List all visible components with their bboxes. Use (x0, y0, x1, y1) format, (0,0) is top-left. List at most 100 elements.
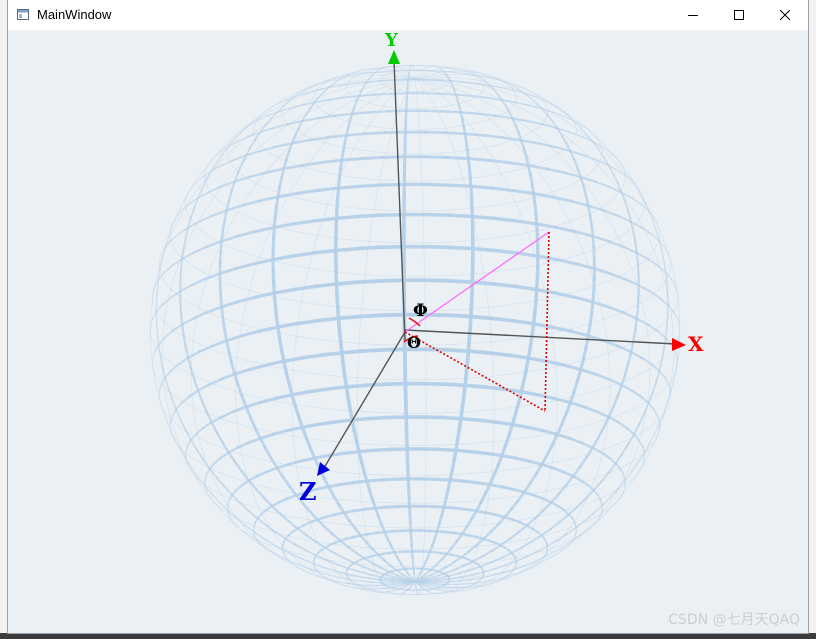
sphere-grid-line (161, 297, 172, 306)
minimize-button[interactable] (670, 0, 716, 30)
sphere-grid-line (482, 568, 496, 573)
sphere-grid-line (151, 311, 157, 320)
sphere-grid-line (533, 299, 538, 315)
maximize-button[interactable] (716, 0, 762, 30)
sphere-grid-line (324, 546, 336, 555)
sphere-grid-line (493, 406, 517, 410)
sphere-grid-line (477, 93, 481, 96)
sphere-grid-line (418, 81, 423, 87)
sphere-grid-line (672, 358, 674, 371)
sphere-grid-line (220, 305, 225, 320)
sphere-grid-line (358, 343, 360, 356)
sphere-grid-line (591, 446, 603, 454)
sphere-grid-line (475, 76, 479, 80)
sphere-grid-line (287, 104, 302, 110)
sphere-grid-line (431, 83, 441, 89)
sphere-grid-line (481, 91, 494, 96)
y-axis-arrow (388, 50, 400, 64)
sphere-grid-line (331, 127, 340, 136)
sphere-grid-line (507, 353, 531, 360)
sphere-grid-line (379, 179, 395, 181)
sphere-grid-line (661, 271, 666, 283)
sphere-grid-line (396, 71, 403, 74)
sphere-grid-line (296, 527, 308, 537)
opengl-viewport[interactable]: Y X Z Φ Θ CSDN @七月天QAQ (8, 30, 808, 633)
sphere-grid-line (360, 348, 386, 353)
sphere-grid-line (292, 370, 294, 383)
sphere-grid-line (500, 485, 515, 491)
sphere-grid-line (368, 547, 372, 555)
sphere-grid-line (424, 527, 445, 529)
sphere-grid-line (171, 398, 177, 411)
sphere-grid-line (399, 101, 403, 109)
sphere-grid-line (515, 198, 530, 203)
sphere-grid-line (585, 446, 594, 459)
sphere-grid-line (373, 505, 389, 510)
sphere-grid-line (486, 499, 489, 509)
sphere-grid-line (240, 329, 262, 338)
sphere-grid-line (650, 419, 660, 427)
sphere-grid-line (442, 505, 457, 510)
sphere-grid-line (594, 285, 599, 298)
sphere-grid-line (238, 433, 241, 445)
sphere-grid-line (275, 466, 285, 479)
sphere-grid-line (622, 311, 639, 320)
sphere-grid-line (338, 103, 349, 110)
sphere-grid-line (444, 274, 465, 277)
sphere-grid-line (483, 516, 486, 526)
sphere-scene[interactable]: Y X Z Φ Θ (8, 30, 808, 633)
sphere-grid-line (559, 513, 570, 523)
sphere-grid-line (566, 121, 577, 129)
sphere-grid-line (420, 72, 427, 76)
sphere-grid-line (435, 106, 442, 108)
sphere-grid-line (624, 374, 639, 382)
sphere-grid-line (315, 485, 331, 491)
sphere-grid-line (255, 488, 266, 500)
sphere-grid-line (671, 314, 673, 327)
sphere-grid-line (276, 321, 299, 329)
sphere-grid-line (171, 393, 182, 402)
sphere-grid-line (592, 489, 599, 497)
sphere-grid-line (210, 339, 228, 348)
sphere-grid-line (190, 439, 198, 451)
sphere-grid-line (608, 456, 617, 465)
sphere-grid-line (236, 230, 257, 238)
sphere-grid-line (584, 512, 595, 522)
sphere-grid-line (214, 150, 222, 158)
sphere-grid-line (259, 145, 277, 152)
sphere-grid-line (382, 502, 405, 504)
sphere-grid-line (296, 335, 317, 340)
sphere-grid-line (164, 310, 167, 323)
sphere-grid-line (627, 258, 633, 270)
sphere-grid-line (387, 590, 395, 593)
sphere-grid-line (543, 287, 547, 300)
sphere-grid-line (194, 318, 197, 331)
sphere-grid-line (591, 289, 596, 304)
sphere-grid-line (468, 98, 474, 101)
sphere-grid-line (219, 385, 236, 392)
sphere-grid-line (449, 80, 465, 83)
sphere-grid-line (359, 580, 372, 583)
sphere-grid-line (304, 436, 312, 450)
close-button[interactable] (762, 0, 808, 30)
sphere-grid-line (380, 474, 404, 476)
sphere-grid-line (424, 502, 447, 504)
sphere-grid-line (583, 405, 599, 414)
sphere-grid-line (257, 325, 280, 333)
sphere-grid-line (536, 124, 542, 129)
sphere-grid-line (334, 116, 341, 120)
sphere-grid-line (425, 278, 452, 283)
sphere-grid-line (207, 196, 215, 207)
sphere-grid-line (191, 352, 193, 364)
sphere-grid-line (632, 209, 640, 221)
sphere-grid-line (620, 372, 627, 387)
sphere-grid-line (570, 324, 588, 330)
sphere-grid-line (264, 117, 272, 126)
title-bar[interactable]: MainWindow (8, 0, 808, 30)
sphere-grid-line (360, 492, 362, 502)
sphere-grid-line (181, 400, 194, 408)
sphere-grid-line (469, 184, 494, 190)
sphere-grid-line (358, 331, 361, 344)
sphere-grid-line (438, 447, 458, 453)
sphere-grid-line (287, 459, 303, 466)
